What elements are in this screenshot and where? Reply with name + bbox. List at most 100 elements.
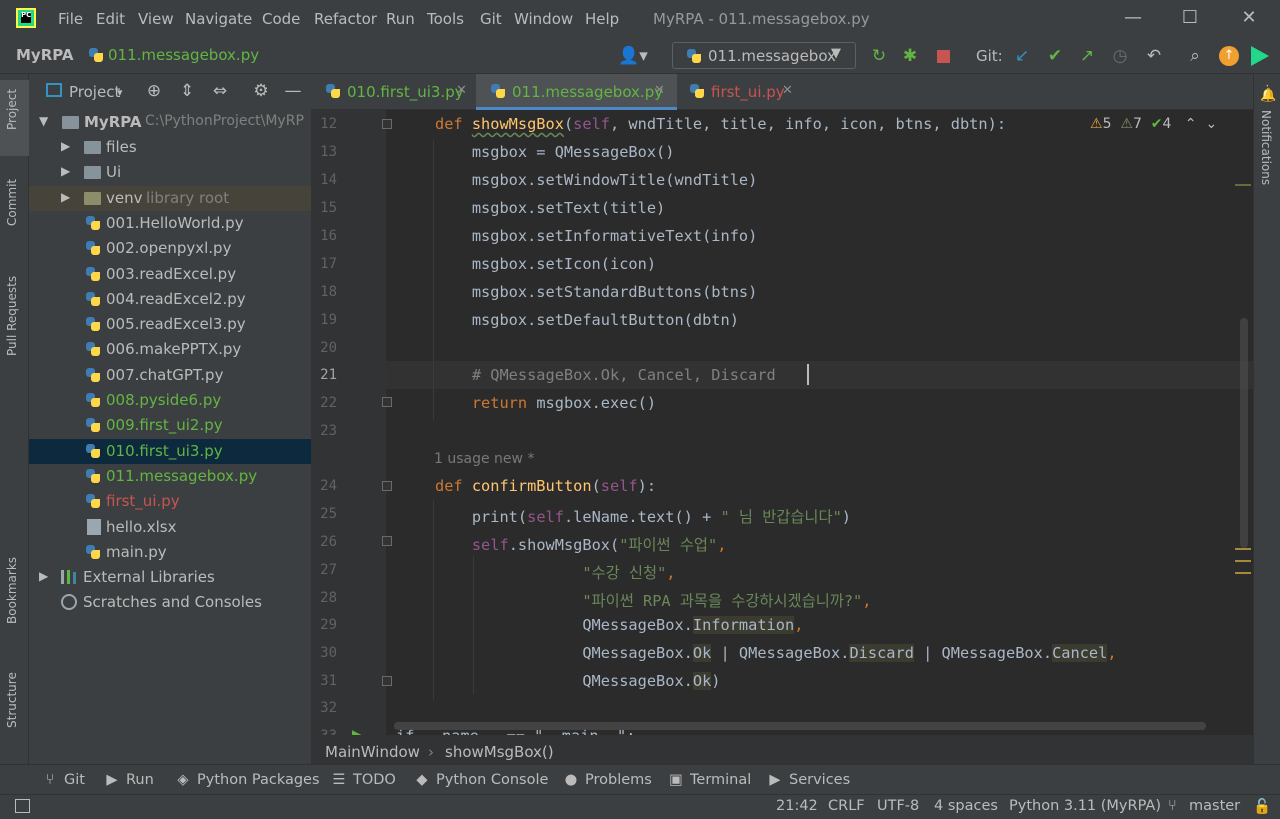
line-separator[interactable]: CRLF xyxy=(828,798,865,814)
tree-item[interactable]: 006.makePPTX.py xyxy=(29,337,311,362)
menu-help[interactable]: Help xyxy=(585,10,619,28)
tool-todo[interactable]: ☰ TODO xyxy=(331,772,396,788)
maximize-icon[interactable]: ☐ xyxy=(1178,8,1202,28)
tree-item[interactable]: ▶ Ui xyxy=(29,160,311,185)
git-rollback-icon[interactable]: ↶ xyxy=(1143,45,1165,67)
locate-file-icon[interactable]: ⊕ xyxy=(143,80,165,102)
minimize-icon[interactable]: — xyxy=(1121,8,1145,28)
tree-item[interactable]: 001.HelloWorld.py xyxy=(29,211,311,236)
menu-run[interactable]: Run xyxy=(386,10,415,28)
git-branch[interactable]: master xyxy=(1189,798,1240,814)
usage-hint[interactable]: 1 usage new * xyxy=(434,451,534,467)
fold-marker-icon[interactable] xyxy=(382,397,392,407)
update-icon[interactable]: ↑ xyxy=(1219,46,1239,66)
tool-run[interactable]: ▶ Run xyxy=(104,772,153,788)
project-panel-title[interactable]: Project xyxy=(69,83,120,101)
tab-011-messagebox[interactable]: 011.messagebox.py ✕ xyxy=(476,74,677,110)
close-tab-icon[interactable]: ✕ xyxy=(782,83,793,98)
tool-python-console[interactable]: ◆ Python Console xyxy=(414,772,548,788)
tool-notifications[interactable]: Notifications xyxy=(1259,110,1273,185)
tree-item[interactable]: hello.xlsx xyxy=(29,515,311,540)
python-interpreter[interactable]: Python 3.11 (MyRPA) xyxy=(1009,798,1161,814)
menu-window[interactable]: Window xyxy=(514,10,573,28)
expand-all-icon[interactable]: ⇕ xyxy=(176,80,198,102)
chevron-down-icon[interactable]: ▾ xyxy=(117,86,123,99)
tree-item[interactable]: ▶ venv library root xyxy=(29,185,311,211)
chevron-right-icon[interactable]: ▶ xyxy=(39,569,48,583)
file-breadcrumb[interactable]: 011.messagebox.py xyxy=(108,46,259,64)
tree-item[interactable]: main.py xyxy=(29,540,311,565)
tool-pull-requests[interactable]: Pull Requests xyxy=(5,276,19,356)
tree-item[interactable]: 008.pyside6.py xyxy=(29,388,311,413)
git-history-icon[interactable]: ◷ xyxy=(1109,45,1131,67)
tab-first-ui[interactable]: first_ui.py ✕ xyxy=(677,74,807,110)
tool-git[interactable]: ⑂ Git xyxy=(42,772,85,788)
breadcrumb-class[interactable]: MainWindow xyxy=(325,743,420,761)
breadcrumb-method[interactable]: showMsgBox() xyxy=(445,743,554,761)
chevron-right-icon[interactable]: ▶ xyxy=(61,190,70,204)
chevron-up-icon[interactable]: ⌃ xyxy=(1185,116,1197,132)
fold-marker-icon[interactable] xyxy=(382,676,392,686)
menu-file[interactable]: File xyxy=(58,10,83,28)
tab-010-first-ui3[interactable]: 010.first_ui3.py ✕ xyxy=(311,74,475,110)
menu-edit[interactable]: Edit xyxy=(96,10,125,28)
tree-item[interactable]: 003.readExcel.py xyxy=(29,262,311,287)
tree-root-myrpa[interactable]: ▼ MyRPA C:\PythonProject\MyRP xyxy=(29,110,311,135)
tree-item[interactable]: 005.readExcel3.py xyxy=(29,312,311,337)
tree-item[interactable]: 010.first_ui3.py xyxy=(29,438,311,464)
tool-commit[interactable]: Commit xyxy=(5,179,19,226)
git-push-icon[interactable]: ↗ xyxy=(1076,45,1098,67)
close-window-icon[interactable]: ✕ xyxy=(1237,8,1261,28)
settings-gear-icon[interactable]: ⚙ xyxy=(250,80,272,102)
chevron-down-icon[interactable]: ⌄ xyxy=(1205,116,1217,132)
tool-services[interactable]: ▶ Services xyxy=(767,772,850,788)
tool-project[interactable]: Project xyxy=(5,89,19,130)
tree-item[interactable]: 009.first_ui2.py xyxy=(29,413,311,438)
fold-marker-icon[interactable] xyxy=(382,481,392,491)
fold-marker-icon[interactable] xyxy=(382,119,392,129)
toggle-tool-windows-icon[interactable] xyxy=(15,799,30,813)
menu-code[interactable]: Code xyxy=(262,10,300,28)
stop-icon[interactable] xyxy=(937,50,950,63)
hide-panel-icon[interactable]: — xyxy=(282,80,304,102)
menu-refactor[interactable]: Refactor xyxy=(314,10,377,28)
menu-git[interactable]: Git xyxy=(480,10,502,28)
close-tab-icon[interactable]: ✕ xyxy=(456,83,467,98)
file-encoding[interactable]: UTF-8 xyxy=(877,798,919,814)
tree-item[interactable]: 002.openpyxl.py xyxy=(29,236,311,261)
menu-navigate[interactable]: Navigate xyxy=(185,10,252,28)
tool-problems[interactable]: ● Problems xyxy=(563,772,652,788)
search-icon[interactable]: ⌕ xyxy=(1184,45,1206,67)
inspection-widget[interactable]: ⚠5 ⚠7 ✔4 ⌃ ⌄ xyxy=(1090,116,1217,132)
tool-terminal[interactable]: ▣ Terminal xyxy=(668,772,751,788)
rerun-icon[interactable]: ↻ xyxy=(868,45,890,67)
tab-actions-icon[interactable]: ⋮ xyxy=(1261,83,1274,98)
menu-view[interactable]: View xyxy=(138,10,174,28)
tree-item[interactable]: first_ui.py xyxy=(29,489,311,514)
vertical-scrollbar[interactable] xyxy=(1240,318,1248,548)
tree-item[interactable]: Scratches and Consoles xyxy=(29,590,311,615)
debug-icon[interactable]: ✱ xyxy=(899,45,921,67)
tree-item[interactable]: 007.chatGPT.py xyxy=(29,363,311,388)
fold-marker-icon[interactable] xyxy=(382,536,392,546)
collapse-all-icon[interactable]: ⇔ xyxy=(209,80,231,102)
indent-setting[interactable]: 4 spaces xyxy=(934,798,998,814)
chevron-right-icon[interactable]: ▶ xyxy=(61,139,70,153)
user-account-icon[interactable]: 👤▾ xyxy=(616,45,650,67)
git-update-icon[interactable]: ↙ xyxy=(1011,45,1033,67)
chevron-right-icon[interactable]: ▶ xyxy=(61,164,70,178)
tool-bookmarks[interactable]: Bookmarks xyxy=(5,557,19,624)
tool-python-packages[interactable]: ◈ Python Packages xyxy=(175,772,319,788)
git-commit-icon[interactable]: ✔ xyxy=(1044,45,1066,67)
caret-position[interactable]: 21:42 xyxy=(776,798,818,814)
tree-item[interactable]: 011.messagebox.py xyxy=(29,464,311,489)
close-tab-icon[interactable]: ✕ xyxy=(654,83,665,98)
tree-item[interactable]: ▶ External Libraries xyxy=(29,565,311,590)
lock-icon[interactable]: 🔓 xyxy=(1253,798,1271,815)
horizontal-scrollbar[interactable] xyxy=(394,722,1206,730)
tree-item[interactable]: ▶ files xyxy=(29,135,311,160)
project-breadcrumb[interactable]: MyRPA xyxy=(16,46,73,64)
menu-tools[interactable]: Tools xyxy=(427,10,464,28)
tree-item[interactable]: 004.readExcel2.py xyxy=(29,287,311,312)
tool-structure[interactable]: Structure xyxy=(5,672,19,728)
